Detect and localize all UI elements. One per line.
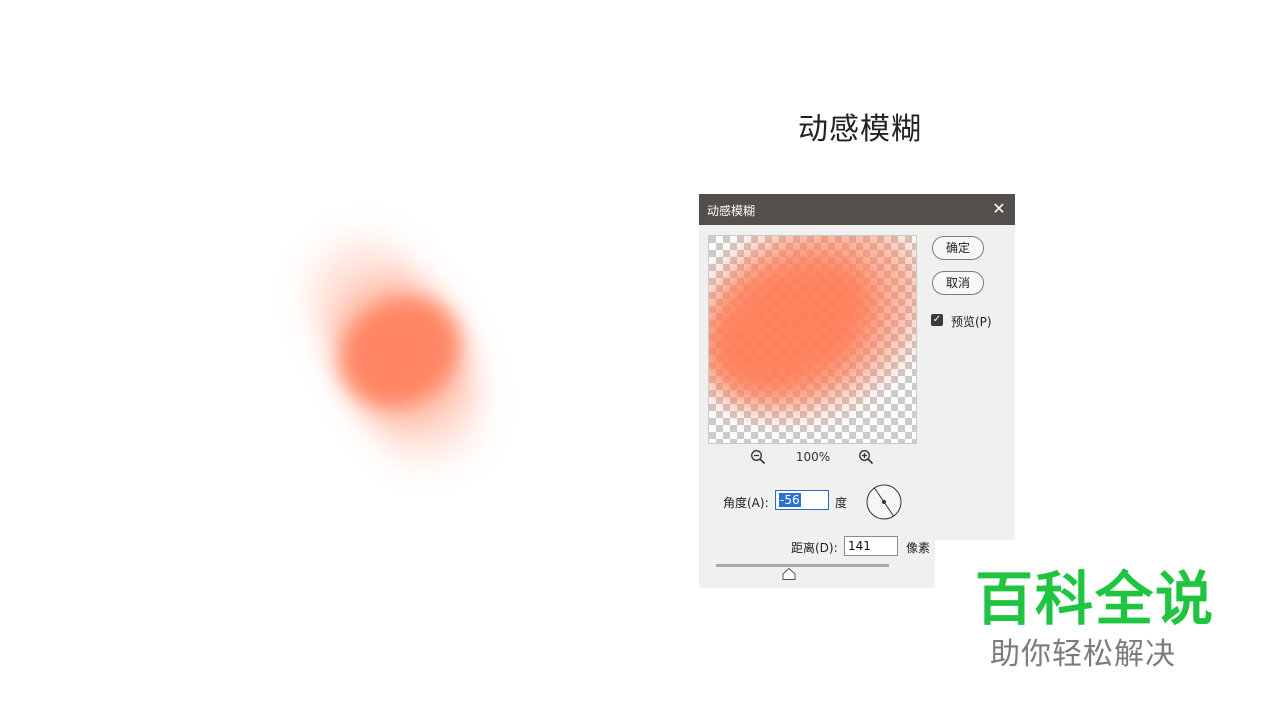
preview-checkbox[interactable]: ✓ xyxy=(931,314,943,326)
slide-title: 动感模糊 xyxy=(798,112,922,147)
preview-checkbox-label[interactable]: 预览(P) xyxy=(951,313,992,330)
check-icon: ✓ xyxy=(932,314,942,325)
filter-preview-window[interactable] xyxy=(708,235,917,444)
cancel-button[interactable]: 取消 xyxy=(932,271,984,295)
angle-unit: 度 xyxy=(835,496,848,510)
watermark-subtitle: 助你轻松解决 xyxy=(990,637,1176,672)
angle-dial-icon[interactable] xyxy=(866,484,902,520)
dialog-title: 动感模糊 xyxy=(707,204,756,218)
angle-value: -56 xyxy=(779,493,801,507)
angle-label: 角度(A): xyxy=(723,496,769,510)
distance-unit: 像素 xyxy=(906,541,931,555)
motion-blur-sample-image xyxy=(240,200,540,500)
dialog-titlebar[interactable]: 动感模糊 ✕ xyxy=(699,194,1015,225)
zoom-level: 100% xyxy=(795,450,831,464)
zoom-in-icon[interactable] xyxy=(858,449,874,465)
angle-input[interactable]: -56 xyxy=(775,490,829,510)
motion-blur-dialog: 动感模糊 ✕ 确定 取消 ✓ 预览(P) 100% 角度(A): -56 度 距… xyxy=(699,194,1015,588)
distance-input[interactable]: 141 xyxy=(844,536,898,556)
distance-slider-track[interactable] xyxy=(716,564,889,567)
distance-label: 距离(D): xyxy=(791,541,838,555)
slider-handle-icon[interactable] xyxy=(782,568,796,580)
ok-button[interactable]: 确定 xyxy=(932,236,984,260)
zoom-out-icon[interactable] xyxy=(750,449,766,465)
watermark-title: 百科全说 xyxy=(975,565,1216,633)
close-icon[interactable]: ✕ xyxy=(989,199,1009,219)
